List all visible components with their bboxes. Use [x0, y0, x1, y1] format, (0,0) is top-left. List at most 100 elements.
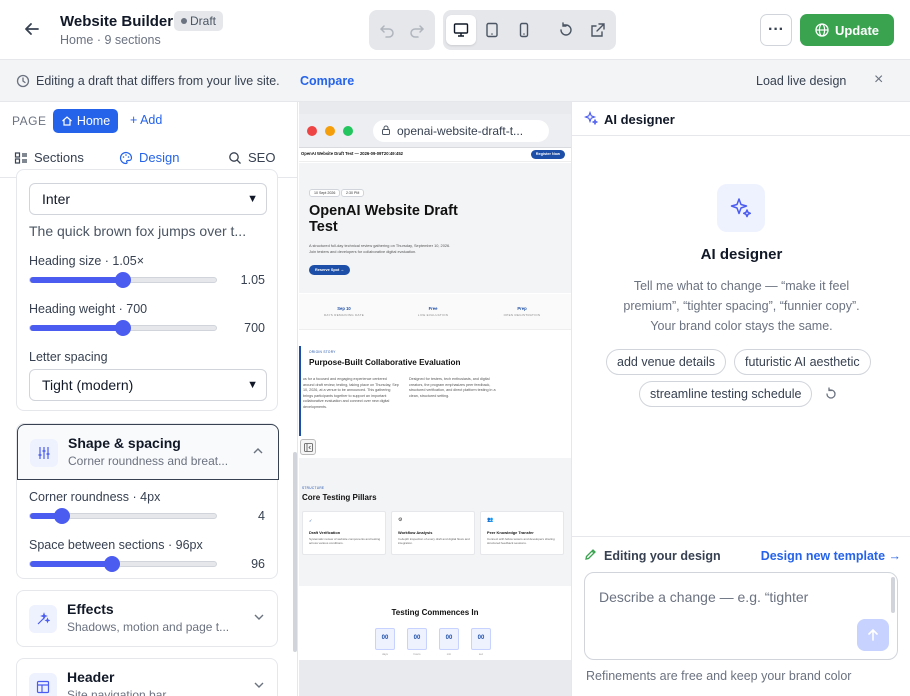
- back-arrow-icon[interactable]: [22, 19, 44, 41]
- undo-redo-group: [369, 10, 435, 50]
- slider-handle[interactable]: [53, 508, 70, 524]
- pillar-title: Draft Verification: [309, 530, 341, 535]
- undo-icon: [379, 25, 394, 38]
- close-banner-icon[interactable]: ×: [874, 71, 883, 89]
- open-external-button[interactable]: [583, 15, 613, 45]
- website-preview[interactable]: OpenAI Website Draft Test — 2026-09-09T2…: [299, 148, 571, 660]
- hero-cta-button[interactable]: Reserve Spot →: [309, 265, 351, 275]
- input-scrollbar[interactable]: [891, 577, 895, 613]
- header-title: Header: [67, 669, 115, 685]
- arrow-up-icon: [868, 628, 878, 641]
- check-icon: ✓: [309, 518, 313, 523]
- app-title: Website Builder: [60, 13, 174, 30]
- hero-title: OpenAI Website Draft Test: [309, 203, 458, 235]
- pillar-desc: Connect with fellow testers and develope…: [487, 537, 555, 546]
- desktop-icon: [453, 23, 469, 37]
- slider-handle[interactable]: [115, 320, 131, 336]
- slider-handle[interactable]: [115, 272, 131, 288]
- corner-roundness-slider[interactable]: [29, 508, 217, 524]
- left-panel-scrollbar[interactable]: [293, 452, 297, 652]
- mobile-icon: [519, 22, 529, 38]
- corner-roundness-value: 4: [258, 509, 265, 523]
- compare-link[interactable]: Compare: [300, 74, 354, 88]
- tab-seo[interactable]: SEO: [228, 150, 275, 165]
- countdown-label: min: [446, 652, 452, 656]
- typography-card: Inter ▼ The quick brown fox jumps over t…: [16, 169, 278, 411]
- section-spacing-value: 96: [251, 557, 265, 571]
- shape-spacing-subtitle: Corner roundness and breat...: [68, 454, 229, 468]
- chevron-down-icon: ▼: [247, 193, 258, 205]
- site-register-button[interactable]: Register Now: [530, 150, 565, 159]
- chevron-down-icon: [253, 679, 265, 694]
- shape-spacing-header[interactable]: Shape & spacing Corner roundness and bre…: [17, 424, 279, 480]
- countdown-unit: 00: [375, 628, 395, 650]
- header-card: Header Site navigation bar: [16, 658, 278, 696]
- suggestion-chip[interactable]: futuristic AI aesthetic: [734, 349, 871, 375]
- countdown-label: days: [382, 652, 388, 656]
- reset-button[interactable]: [551, 15, 581, 45]
- update-label: Update: [834, 22, 880, 38]
- redo-icon: [410, 25, 425, 38]
- sections-icon: [14, 151, 27, 164]
- update-button[interactable]: Update: [800, 14, 894, 46]
- ai-description: Tell me what to change — “make it feel p…: [623, 279, 860, 333]
- effects-header[interactable]: Effects Shadows, motion and page t...: [17, 591, 279, 647]
- slider-handle[interactable]: [103, 556, 120, 572]
- section-spacing-slider[interactable]: [29, 556, 217, 572]
- slider-fill: [30, 561, 112, 567]
- stat-value: Sep 10: [337, 306, 351, 311]
- ai-designer-panel: AI designer AI designer Tell me what to …: [571, 102, 910, 696]
- slider-fill: [30, 277, 123, 283]
- ai-prompt-input[interactable]: Describe a change — e.g. “tighter: [584, 572, 898, 660]
- send-button[interactable]: [857, 619, 889, 651]
- font-select[interactable]: Inter ▼: [29, 183, 267, 215]
- draft-badge: Draft: [174, 11, 224, 31]
- load-live-design-link[interactable]: Load live design: [756, 74, 846, 88]
- effects-card: Effects Shadows, motion and page t...: [16, 590, 278, 647]
- tablet-view-button[interactable]: [477, 15, 507, 45]
- mobile-view-button[interactable]: [509, 15, 539, 45]
- stat-item: Sep 10 DAYS REMAINING DATE: [314, 306, 374, 317]
- pillar-title: Workflow Analysis: [398, 530, 433, 535]
- countdown-label: hours: [413, 652, 421, 656]
- pillar-desc: Systematic review of website components …: [309, 537, 381, 546]
- heading-size-value: 1.05: [240, 273, 265, 287]
- heading-size-slider[interactable]: [29, 272, 217, 288]
- countdown-value: 00: [381, 635, 389, 641]
- header-section-header[interactable]: Header Site navigation bar: [17, 659, 279, 696]
- window-close-dot: [307, 126, 317, 136]
- shape-spacing-title: Shape & spacing: [68, 435, 181, 451]
- desktop-view-button[interactable]: [446, 15, 476, 45]
- tab-design[interactable]: Design: [119, 150, 179, 165]
- stat-item: Free LIVE EVALUATION: [403, 306, 463, 317]
- countdown-value: 00: [413, 635, 421, 641]
- redo-button[interactable]: [402, 15, 432, 45]
- about-right-text: Designed for testers, tech enthusiasts, …: [409, 377, 496, 398]
- suggestion-chip[interactable]: add venue details: [606, 349, 726, 375]
- about-title: Purpose-Built Collaborative Evaluation: [309, 358, 461, 367]
- preview-panel: openai-website-draft-t... OpenAI Website…: [299, 102, 571, 696]
- section-spacing-label: Space between sections · 96px: [29, 538, 203, 552]
- page-label: PAGE: [12, 114, 47, 128]
- suggestion-chip[interactable]: streamline testing schedule: [639, 381, 813, 407]
- slider-fill: [30, 325, 123, 331]
- undo-button[interactable]: [372, 15, 402, 45]
- heading-weight-slider[interactable]: [29, 320, 217, 336]
- more-options-button[interactable]: ···: [760, 14, 792, 46]
- device-toolbar: [443, 10, 616, 50]
- effects-subtitle: Shadows, motion and page t...: [67, 620, 230, 634]
- site-hero: 10 Sept 2026 2:30 PM OpenAI Website Draf…: [299, 163, 571, 293]
- home-page-button[interactable]: Home: [53, 109, 118, 133]
- letter-spacing-select[interactable]: Tight (modern) ▼: [29, 369, 267, 401]
- stat-value: Prep: [517, 306, 527, 311]
- tab-sections[interactable]: Sections: [14, 150, 84, 165]
- pillar-card: 👥 Peer Knowledge Transfer Connect with f…: [480, 511, 564, 555]
- countdown-label: sec: [478, 652, 484, 656]
- refresh-suggestions-icon[interactable]: [824, 387, 838, 406]
- countdown-value: 00: [445, 635, 453, 641]
- design-new-template-link[interactable]: Design new template →: [761, 549, 901, 563]
- add-page-button[interactable]: + Add: [130, 113, 162, 127]
- collapse-panel-icon[interactable]: [300, 439, 316, 455]
- window-minimize-dot: [325, 126, 335, 136]
- url-bar[interactable]: openai-website-draft-t...: [373, 120, 549, 142]
